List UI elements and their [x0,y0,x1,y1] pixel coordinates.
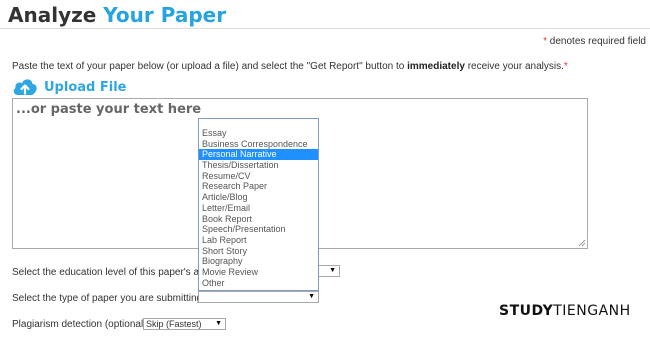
plagiarism-select[interactable]: Skip (Fastest) ▼ [143,318,226,330]
upload-file-label[interactable]: Upload File [44,80,126,95]
watermark-logo: STUDYTIENGANH [499,303,631,319]
dropdown-option[interactable]: Other [199,278,318,289]
dropdown-option[interactable]: Business Correspondence [199,139,318,150]
education-level-select[interactable]: ▼ [318,265,340,277]
dropdown-option[interactable]: Lab Report [199,235,318,246]
chevron-down-icon: ▼ [215,320,222,327]
dropdown-option[interactable]: Book Report [199,214,318,225]
dropdown-option[interactable]: Article/Blog [199,192,318,203]
required-note: * denotes required field [543,36,646,47]
instructions-asterisk: * [563,61,568,72]
page-title-part2: Your Paper [103,3,227,27]
dropdown-option[interactable]: Research Paper [199,181,318,192]
resize-grip-icon[interactable] [578,239,586,247]
dropdown-option[interactable]: Essay [199,128,318,139]
watermark-part1: STUDY [499,303,554,319]
paper-type-label-text: Select the type of paper you are submitt… [12,293,203,304]
instructions-text-before: Paste the text of your paper below (or u… [12,61,408,72]
education-level-label: Select the education level of this paper… [12,267,213,278]
instructions-text-after: receive your analysis. [464,61,564,72]
plagiarism-label: Plagiarism detection (optional): [12,319,150,330]
page-title-part1: Analyze [8,3,97,27]
dropdown-option[interactable]: Resume/CV [199,171,318,182]
paper-type-label: Select the type of paper you are submitt… [12,293,209,304]
title-divider [0,28,650,29]
page-title: Analyze Your Paper [8,3,226,27]
upload-file-button[interactable]: Upload File [12,77,126,97]
instructions-bold: immediately [407,61,465,72]
dropdown-option[interactable]: Personal Narrative [199,149,318,161]
paper-type-dropdown-list[interactable]: Essay Business Correspondence Personal Nar… [198,118,319,291]
dropdown-option[interactable]: Short Story [199,246,318,257]
required-note-text: denotes required field [547,36,646,47]
dropdown-option[interactable]: Thesis/Dissertation [199,160,318,171]
dropdown-option[interactable]: Movie Review [199,267,318,278]
chevron-down-icon: ▼ [329,267,336,274]
chevron-down-icon: ▼ [308,293,315,300]
paper-type-select[interactable]: ▼ [198,291,319,303]
paper-text-placeholder: ...or paste your text here [16,102,202,117]
dropdown-option[interactable]: Biography [199,256,318,267]
plagiarism-value: Skip (Fastest) [146,319,202,329]
dropdown-option[interactable]: Speech/Presentation [199,224,318,235]
watermark-part2: TIENGANH [553,303,631,319]
instructions: Paste the text of your paper below (or u… [12,61,568,72]
dropdown-option[interactable]: Letter/Email [199,203,318,214]
cloud-upload-icon[interactable] [12,77,38,97]
